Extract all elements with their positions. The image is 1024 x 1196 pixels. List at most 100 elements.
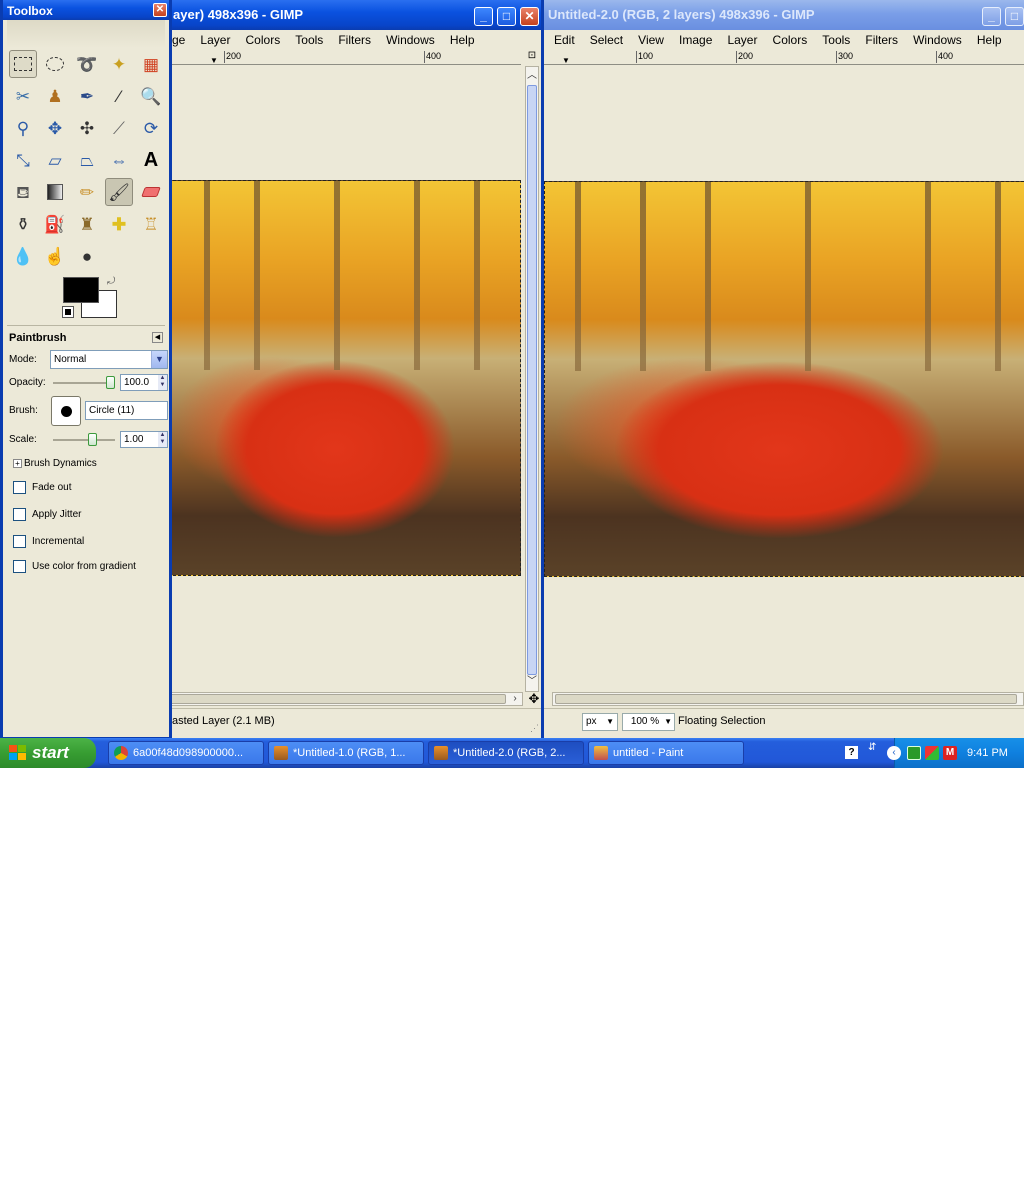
window1-menu-colors[interactable]: Colors [240, 30, 287, 47]
start-button[interactable]: start [0, 738, 96, 768]
brush-dynamics-expander[interactable]: Brush Dynamics [24, 458, 97, 469]
blend-gradient-icon[interactable] [41, 178, 69, 206]
align-tool-icon[interactable]: ✣ [73, 114, 101, 142]
window2-canvas[interactable] [544, 66, 1024, 692]
window2-menu-image[interactable]: Image [673, 30, 718, 47]
blur-sharpen-icon[interactable]: 💧 [9, 242, 37, 270]
expand-brush-dynamics-icon[interactable]: + [13, 459, 22, 468]
scale-tool-icon[interactable]: ⤡ [9, 146, 37, 174]
text-tool-icon[interactable]: A [137, 146, 165, 174]
opacity-spinner[interactable]: 100.0 ▲ ▼ [120, 374, 168, 391]
toolbox-close-button[interactable]: ✕ [153, 3, 167, 17]
zoom-select[interactable]: 100 % ▼ [622, 713, 675, 731]
free-select-lasso-icon[interactable]: ➰ [73, 50, 101, 78]
security-icon[interactable] [925, 746, 939, 760]
scroll-down-icon[interactable]: ﹀ [525, 675, 539, 689]
window2-menu-select[interactable]: Select [584, 30, 629, 47]
bucket-fill-icon[interactable]: ⛾ [9, 178, 37, 206]
pencil-tool-icon[interactable]: ✏ [73, 178, 101, 206]
window2-menu-tools[interactable]: Tools [816, 30, 856, 47]
airbrush-tool-icon[interactable]: ⚱ [9, 210, 37, 238]
clone-stamp-icon[interactable]: ♜ [73, 210, 101, 238]
window1-pan-icon[interactable]: ✥ [527, 692, 541, 706]
incremental-checkbox[interactable] [13, 535, 26, 548]
foreground-select-icon[interactable]: ♟ [41, 82, 69, 110]
network-icon[interactable] [907, 746, 921, 760]
scissors-select-icon[interactable]: ✂ [9, 82, 37, 110]
scale-slider-handle[interactable] [88, 433, 97, 446]
zoom-tool-icon[interactable]: 🔍 [137, 82, 165, 110]
window1-menu-image[interactable]: ge [169, 30, 191, 47]
window2-menu-colors[interactable]: Colors [767, 30, 814, 47]
resize-grip-icon[interactable]: ⋰ [530, 722, 539, 734]
window1-vscroll-thumb[interactable] [527, 85, 537, 675]
language-bar-icon[interactable]: ⇵ [868, 742, 876, 753]
window2-menu-filters[interactable]: Filters [859, 30, 904, 47]
measure-tool-icon[interactable]: ⚲ [9, 114, 37, 142]
taskbar-item-untitled-2[interactable]: *Untitled-2.0 (RGB, 2... [428, 741, 584, 765]
unit-select[interactable]: px ▼ [582, 713, 618, 731]
color-picker-icon[interactable]: ⁄ [105, 82, 133, 110]
window1-menu-filters[interactable]: Filters [332, 30, 377, 47]
spinner-arrows-icon[interactable]: ▲ ▼ [158, 432, 167, 447]
window2-maximize-button[interactable]: □ [1005, 7, 1024, 26]
smudge-tool-icon[interactable]: ☝ [41, 242, 69, 270]
crop-tool-icon[interactable]: ⟋ [105, 114, 133, 142]
toolbox-titlebar[interactable]: Toolbox ✕ [3, 0, 169, 20]
brush-name-field[interactable]: Circle (11) [85, 401, 168, 420]
window1-minimize-button[interactable]: _ [474, 7, 493, 26]
configure-tab-icon[interactable]: ◀ [152, 332, 163, 343]
window1-image-layer[interactable] [169, 180, 521, 576]
spinner-arrows-icon[interactable]: ▲ ▼ [158, 375, 167, 390]
scale-slider[interactable] [53, 439, 115, 441]
window1-menu-layer[interactable]: Layer [194, 30, 236, 47]
antivirus-icon[interactable]: M [943, 746, 957, 760]
window1-canvas[interactable] [169, 66, 523, 692]
taskbar-item-browser[interactable]: 6a00f48d098900000... [108, 741, 264, 765]
window1-close-button[interactable]: ✕ [520, 7, 539, 26]
ink-tool-icon[interactable]: ⛽ [41, 210, 69, 238]
scroll-up-icon[interactable]: ︿ [525, 69, 539, 83]
fade-out-checkbox[interactable] [13, 481, 26, 494]
window2-hscroll-thumb[interactable] [555, 694, 1017, 704]
window2-menu-layer[interactable]: Layer [721, 30, 763, 47]
window2-horizontal-scrollbar[interactable] [552, 692, 1024, 706]
heal-tool-icon[interactable]: ✚ [105, 210, 133, 238]
move-tool-icon[interactable]: ✥ [41, 114, 69, 142]
taskbar-item-paint[interactable]: untitled - Paint [588, 741, 744, 765]
window1-menu-tools[interactable]: Tools [289, 30, 329, 47]
window1-hscroll-thumb[interactable] [170, 694, 506, 704]
window2-titlebar[interactable]: Untitled-2.0 (RGB, 2 layers) 498x396 - G… [544, 0, 1024, 30]
window1-maximize-button[interactable]: □ [497, 7, 516, 26]
flip-tool-icon[interactable]: ⇔ [105, 146, 133, 174]
rect-select-tool-icon[interactable] [9, 50, 37, 78]
foreground-color-swatch[interactable] [63, 277, 99, 303]
taskbar-item-untitled-1[interactable]: *Untitled-1.0 (RGB, 1... [268, 741, 424, 765]
window2-minimize-button[interactable]: _ [982, 7, 1001, 26]
paintbrush-tool-icon[interactable]: 🖌 [105, 178, 133, 206]
select-by-color-icon[interactable]: ▦ [137, 50, 165, 78]
rotate-tool-icon[interactable]: ⟳ [137, 114, 165, 142]
mode-select[interactable]: Normal ▼ [50, 350, 168, 369]
scale-spinner[interactable]: 1.00 ▲ ▼ [120, 431, 168, 448]
window2-menu-view[interactable]: View [632, 30, 670, 47]
window1-menu-windows[interactable]: Windows [380, 30, 441, 47]
ellipse-select-tool-icon[interactable] [41, 50, 69, 78]
perspective-clone-icon[interactable]: ♖ [137, 210, 165, 238]
dodge-burn-icon[interactable]: ● [73, 242, 101, 270]
window2-menu-edit[interactable]: Edit [544, 30, 581, 47]
window1-navigate-icon[interactable]: ⊡ [525, 50, 539, 64]
opacity-slider-handle[interactable] [106, 376, 115, 389]
window1-menu-help[interactable]: Help [444, 30, 481, 47]
scroll-right-icon[interactable]: › [508, 692, 522, 706]
fuzzy-select-wand-icon[interactable]: ✦ [105, 50, 133, 78]
window2-menu-help[interactable]: Help [971, 30, 1008, 47]
show-hidden-icons-icon[interactable]: ‹ [887, 746, 901, 760]
clock[interactable]: 9:41 PM [967, 738, 1008, 768]
shear-tool-icon[interactable]: ▱ [41, 146, 69, 174]
default-colors-icon[interactable] [62, 306, 74, 318]
window1-horizontal-scrollbar[interactable]: › [169, 692, 523, 706]
apply-jitter-checkbox[interactable] [13, 508, 26, 521]
brush-preview-button[interactable] [51, 396, 81, 426]
window2-image-layer[interactable] [544, 181, 1024, 577]
